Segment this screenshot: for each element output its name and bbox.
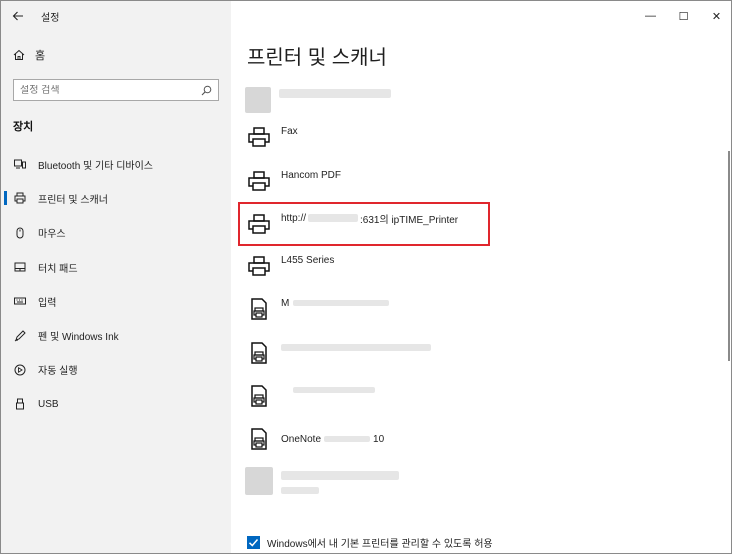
- sidebar-item-label: 펜 및 Windows Ink: [38, 332, 119, 344]
- printer-item[interactable]: [247, 341, 431, 365]
- printer-name-prefix: OneNote: [281, 433, 322, 445]
- redacted-text: [324, 436, 371, 442]
- sidebar-item-touchpad[interactable]: 터치 패드: [1, 250, 231, 284]
- bluetooth-devices-icon: [14, 158, 26, 170]
- printer-item[interactable]: M: [247, 297, 390, 321]
- sidebar-item-autoplay[interactable]: 자동 실행: [1, 353, 231, 387]
- printer-item[interactable]: [247, 384, 375, 408]
- printer-icon: [247, 169, 271, 193]
- home-icon: [13, 49, 25, 60]
- pen-icon: [14, 329, 26, 342]
- default-printer-option[interactable]: Windows에서 내 기본 프린터를 관리할 수 있도록 허용: [247, 535, 493, 550]
- printer-item[interactable]: Hancom PDF: [247, 169, 341, 193]
- printer-icon: [247, 125, 271, 149]
- sidebar-item-label: USB: [38, 398, 59, 410]
- sidebar-item-label: 자동 실행: [38, 366, 78, 378]
- printer-name-suffix: 10: [373, 433, 385, 445]
- main-panel: — ☐ ✕ 프린터 및 스캐너 Fax Hancom PDF http://:…: [231, 1, 731, 553]
- sidebar-item-bluetooth[interactable]: Bluetooth 및 기타 디바이스: [1, 147, 231, 181]
- app-title: 설정: [41, 12, 60, 24]
- printer-name: OneNote 10: [281, 434, 384, 445]
- minimize-button[interactable]: —: [634, 1, 667, 31]
- section-title: 장치: [13, 121, 34, 133]
- sidebar: 설정 홈 장치 Bluetooth 및 기타 디바이스 프린터 및 스캐너: [1, 1, 231, 553]
- printer-name-prefix: M: [281, 297, 290, 309]
- sidebar-item-pen[interactable]: 펜 및 Windows Ink: [1, 318, 231, 352]
- printer-item[interactable]: Fax: [247, 125, 298, 149]
- scrollbar[interactable]: [728, 151, 730, 361]
- mouse-icon: [14, 227, 26, 239]
- keyboard-icon: [14, 295, 26, 307]
- autoplay-icon: [14, 364, 26, 376]
- redacted-text: [293, 300, 390, 306]
- close-button[interactable]: ✕: [700, 1, 731, 31]
- sidebar-item-label: Bluetooth 및 기타 디바이스: [38, 160, 153, 172]
- redacted-text: [281, 343, 431, 351]
- page-title: 프린터 및 스캐너: [247, 47, 387, 69]
- redacted-icon: [245, 87, 271, 113]
- redacted-text: [281, 487, 319, 494]
- printer-name: L455 Series: [281, 254, 335, 266]
- highlight-box: [238, 202, 490, 246]
- search-icon: [201, 85, 212, 95]
- touchpad-icon: [14, 261, 26, 273]
- document-printer-icon: [247, 297, 271, 321]
- search-box[interactable]: [13, 79, 219, 101]
- home-link[interactable]: 홈: [13, 47, 45, 63]
- sidebar-item-printers[interactable]: 프린터 및 스캐너: [1, 181, 231, 215]
- printer-icon: [247, 254, 271, 278]
- usb-icon: [14, 398, 26, 410]
- checkmark-icon: [248, 539, 259, 547]
- sidebar-item-typing[interactable]: 입력: [1, 284, 231, 318]
- printer-item[interactable]: OneNote 10: [247, 427, 384, 451]
- home-label: 홈: [35, 50, 46, 62]
- window-controls: — ☐ ✕: [634, 1, 731, 31]
- printer-name: M: [281, 297, 390, 309]
- redacted-icon: [245, 467, 273, 495]
- titlebar: 설정: [1, 1, 231, 31]
- document-printer-icon: [247, 427, 271, 451]
- printer-name: Hancom PDF: [281, 169, 342, 181]
- sidebar-item-label: 프린터 및 스캐너: [38, 194, 108, 206]
- sidebar-item-mouse[interactable]: 마우스: [1, 216, 231, 250]
- sidebar-item-label: 입력: [38, 297, 57, 309]
- printer-name: Fax: [281, 125, 298, 137]
- back-arrow-icon[interactable]: [1, 1, 35, 31]
- search-input[interactable]: [20, 84, 201, 96]
- redacted-text: [281, 471, 399, 480]
- document-printer-icon: [247, 384, 271, 408]
- maximize-button[interactable]: ☐: [667, 1, 700, 31]
- sidebar-nav: Bluetooth 및 기타 디바이스 프린터 및 스캐너 마우스 터치 패드: [1, 147, 231, 421]
- printer-icon: [14, 192, 26, 204]
- sidebar-item-label: 터치 패드: [38, 263, 78, 275]
- sidebar-item-usb[interactable]: USB: [1, 387, 231, 421]
- redacted-text: [293, 387, 375, 393]
- sidebar-item-label: 마우스: [38, 229, 66, 241]
- printer-item[interactable]: L455 Series: [247, 254, 334, 278]
- checkbox-label: Windows에서 내 기본 프린터를 관리할 수 있도록 허용: [267, 539, 493, 550]
- document-printer-icon: [247, 341, 271, 365]
- redacted-text: [279, 89, 391, 98]
- settings-window: 설정 홈 장치 Bluetooth 및 기타 디바이스 프린터 및 스캐너: [0, 0, 732, 554]
- checkbox[interactable]: [247, 536, 260, 549]
